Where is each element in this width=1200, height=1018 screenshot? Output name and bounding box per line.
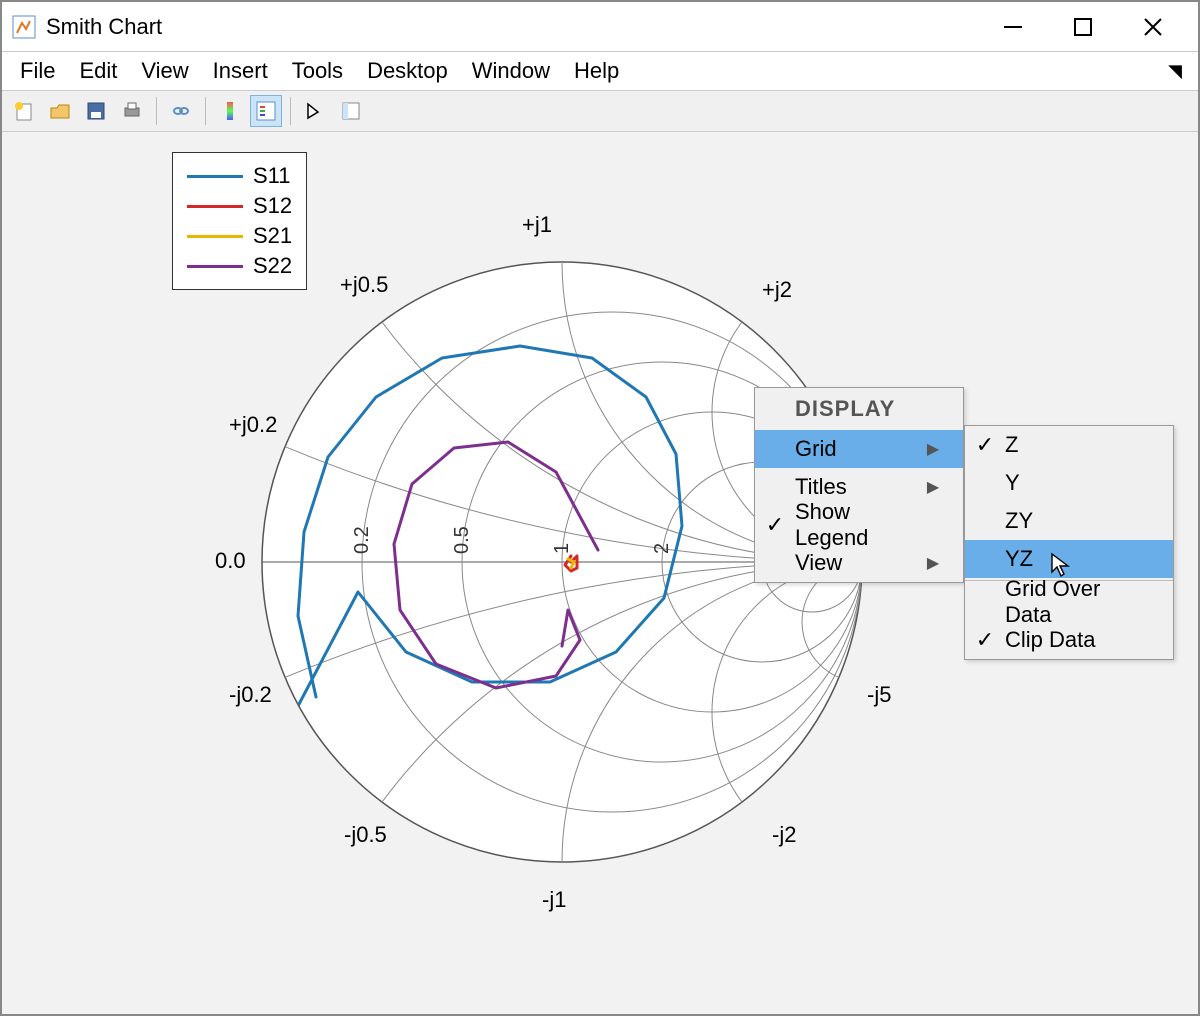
menu-window[interactable]: Window: [462, 54, 560, 88]
submenu-item-zy[interactable]: ZY: [965, 502, 1173, 540]
matlab-icon: [12, 15, 36, 39]
submenu-item-grid-over-data[interactable]: Grid Over Data: [965, 583, 1173, 621]
svg-text:1: 1: [551, 543, 573, 554]
submenu-item-y[interactable]: Y: [965, 464, 1173, 502]
label-plus-j02: +j0.2: [229, 412, 277, 438]
svg-text:0.2: 0.2: [351, 526, 373, 554]
label-zero: 0.0: [215, 548, 246, 574]
menu-item-grid[interactable]: Grid ▶: [755, 430, 963, 468]
menu-desktop[interactable]: Desktop: [357, 54, 458, 88]
label-plus-j1: +j1: [522, 212, 552, 238]
maximize-button[interactable]: [1068, 12, 1098, 42]
plot-area[interactable]: 0.2 0.5 1 2 +j1 +j0.5 +j2 +j0.2 0.0 -j0.2 -…: [2, 132, 1198, 1014]
label-plus-j2: +j2: [762, 277, 792, 303]
legend-item-s11[interactable]: S11: [187, 161, 292, 191]
context-menu-display[interactable]: DISPLAY Grid ▶ Titles ▶ ✓ Show Legend Vi…: [754, 387, 964, 583]
menu-file[interactable]: File: [10, 54, 65, 88]
colorbar-button[interactable]: [214, 95, 246, 127]
title-bar: Smith Chart: [2, 2, 1198, 52]
legend-label: S11: [253, 163, 291, 189]
menu-insert[interactable]: Insert: [203, 54, 278, 88]
label-minus-j1: -j1: [542, 887, 566, 913]
submenu-arrow-icon: ▶: [923, 439, 943, 459]
legend-item-s12[interactable]: S12: [187, 191, 292, 221]
label-minus-j02: -j0.2: [229, 682, 272, 708]
legend-label: S12: [253, 193, 292, 219]
menu-item-show-legend[interactable]: ✓ Show Legend: [755, 506, 963, 544]
menu-view[interactable]: View: [131, 54, 198, 88]
label-minus-j2: -j2: [772, 822, 796, 848]
svg-text:0.5: 0.5: [451, 526, 473, 554]
toolbar-separator: [205, 97, 206, 125]
context-menu-header: DISPLAY: [755, 388, 963, 430]
menu-help[interactable]: Help: [564, 54, 629, 88]
submenu-arrow-icon: ▶: [923, 553, 943, 573]
window-controls: [998, 12, 1188, 42]
check-icon: ✓: [965, 627, 1005, 653]
menu-item-view[interactable]: View ▶: [755, 544, 963, 582]
legend-button[interactable]: [250, 95, 282, 127]
check-icon: ✓: [965, 432, 1005, 458]
submenu-arrow-icon: ▶: [923, 477, 943, 497]
label-minus-j5: -j5: [867, 682, 891, 708]
edit-plot-button[interactable]: [299, 95, 331, 127]
legend-label: S21: [253, 223, 292, 249]
open-button[interactable]: [44, 95, 76, 127]
link-button[interactable]: [165, 95, 197, 127]
label-plus-j05: +j0.5: [340, 272, 388, 298]
check-icon: ✓: [755, 512, 795, 538]
svg-text:2: 2: [651, 543, 673, 554]
property-editor-button[interactable]: [335, 95, 367, 127]
legend-item-s21[interactable]: S21: [187, 221, 292, 251]
submenu-item-yz[interactable]: YZ: [965, 540, 1173, 578]
save-button[interactable]: [80, 95, 112, 127]
toolbar-separator: [290, 97, 291, 125]
context-submenu-grid[interactable]: ✓ Z Y ZY YZ Grid Over Data ✓ Clip Data: [964, 425, 1174, 660]
dock-arrow-icon[interactable]: ◥: [1168, 61, 1182, 82]
print-button[interactable]: [116, 95, 148, 127]
menu-bar: File Edit View Insert Tools Desktop Wind…: [2, 52, 1198, 90]
new-figure-button[interactable]: [8, 95, 40, 127]
submenu-item-clip-data[interactable]: ✓ Clip Data: [965, 621, 1173, 659]
close-button[interactable]: [1138, 12, 1168, 42]
legend-item-s22[interactable]: S22: [187, 251, 292, 281]
submenu-item-z[interactable]: ✓ Z: [965, 426, 1173, 464]
toolbar-separator: [156, 97, 157, 125]
label-minus-j05: -j0.5: [344, 822, 387, 848]
toolbar: [2, 90, 1198, 132]
legend[interactable]: S11 S12 S21 S22: [172, 152, 307, 290]
menu-tools[interactable]: Tools: [282, 54, 353, 88]
minimize-button[interactable]: [998, 12, 1028, 42]
menu-edit[interactable]: Edit: [69, 54, 127, 88]
window-title: Smith Chart: [46, 14, 998, 40]
legend-label: S22: [253, 253, 292, 279]
